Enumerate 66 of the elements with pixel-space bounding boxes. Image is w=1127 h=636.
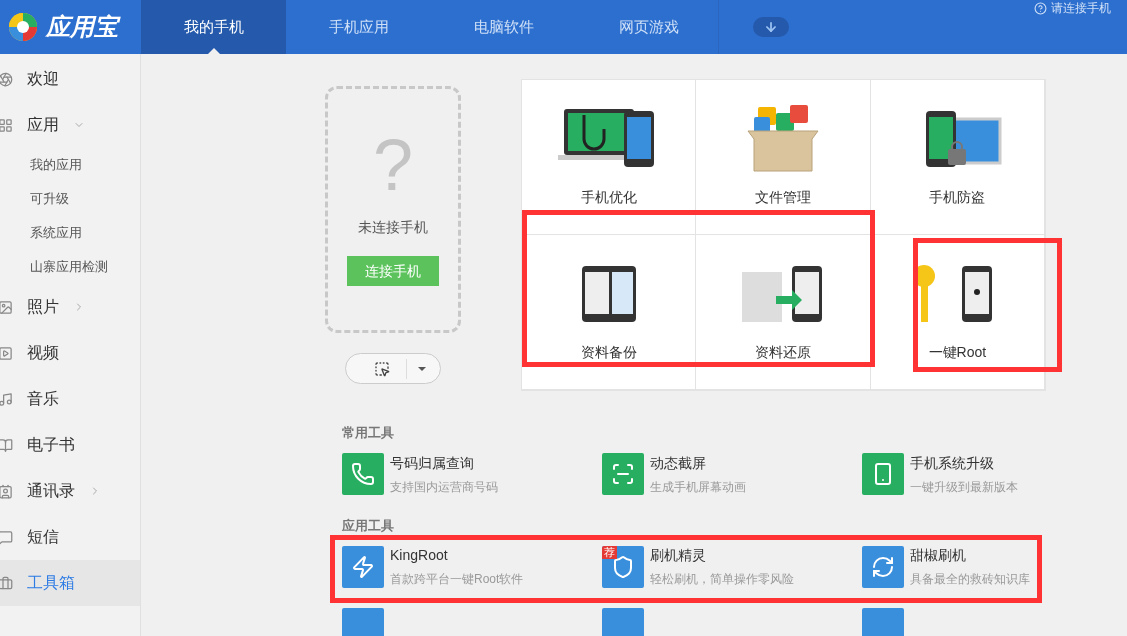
tool-item[interactable]: 动态截屏 生成手机屏幕动画 (602, 452, 862, 496)
tool-item[interactable]: 荐 刷机精灵 轻松刷机，简单操作零风险 (602, 545, 862, 588)
sidebar-item[interactable]: 视频 (0, 330, 140, 376)
sidebar-subitem[interactable]: 我的应用 (0, 148, 140, 182)
sidebar-item-icon (0, 345, 13, 361)
section-title: 常用工具 (342, 424, 395, 442)
sidebar-item[interactable]: 欢迎 (0, 56, 140, 102)
caret-icon (417, 365, 427, 372)
sidebar-item-icon (0, 71, 13, 87)
sidebar-item[interactable]: 短信 (0, 514, 140, 560)
refresh-icon (871, 554, 895, 579)
feature-tile[interactable]: 文件管理 (696, 80, 871, 235)
sidebar-item-icon (0, 117, 13, 133)
sidebar-item[interactable]: 音乐 (0, 376, 140, 422)
help-icon (1034, 2, 1047, 15)
phone-icon (351, 462, 375, 486)
tool-description: 轻松刷机，简单操作零风险 (650, 571, 794, 588)
sidebar-item[interactable]: 照片 (0, 284, 140, 330)
nav-tab[interactable]: 我的手机 (141, 0, 286, 54)
tool-description: 具备最全的救砖知识库 (910, 571, 1030, 588)
tool-item[interactable]: 甜椒刷机 具备最全的救砖知识库 (862, 545, 1122, 588)
screenshot-split-button[interactable] (345, 353, 441, 384)
tool-name: 动态截屏 (650, 453, 707, 473)
lightning-icon (351, 554, 375, 579)
question-mark-icon: ? (372, 129, 413, 201)
tool-item[interactable]: KingRoot 首款跨平台一键Root软件 (342, 545, 602, 588)
tool-name: 手机系统升级 (910, 453, 995, 473)
nav-tab[interactable]: 网页游戏 (576, 0, 721, 54)
feature-tile[interactable]: 一键Root (870, 235, 1045, 390)
sidebar-item-icon (0, 299, 13, 315)
tool-name: 号码归属查询 (390, 453, 475, 473)
tool-description: 支持国内运营商号码 (390, 478, 498, 496)
sidebar-item[interactable]: 通讯录 (0, 468, 140, 514)
sidebar-item-icon (0, 391, 13, 407)
tool-description: 一键升级到最新版本 (910, 478, 1018, 496)
sidebar-subitem[interactable]: 系统应用 (0, 216, 140, 250)
screenshot-icon (374, 360, 390, 377)
phone-status-text: 未连接手机 (358, 218, 428, 237)
section-title: 应用工具 (342, 516, 395, 535)
tool-item[interactable]: 手机系统升级 一键升级到最新版本 (862, 452, 1122, 496)
sidebar-item-icon (0, 483, 13, 499)
scan-icon (611, 462, 635, 486)
sidebar-item-icon (0, 575, 13, 591)
feature-tile[interactable]: 手机优化 (522, 80, 697, 235)
sidebar-item[interactable]: 应用 (0, 102, 140, 148)
sidebar-subitem[interactable]: 可升级 (0, 182, 140, 216)
nav-tab[interactable]: 电脑软件 (431, 0, 576, 54)
feature-tile[interactable]: 资料还原 (696, 235, 871, 390)
recommended-badge: 荐 (602, 545, 617, 559)
download-icon (764, 20, 778, 34)
connect-phone-link[interactable]: 请连接手机 (1051, 2, 1111, 14)
sidebar-item-icon (0, 437, 13, 453)
feature-tile[interactable]: 资料备份 (522, 235, 697, 390)
sidebar-item-icon (0, 529, 13, 545)
tool-name: KingRoot (390, 546, 449, 565)
download-button[interactable] (753, 17, 789, 37)
logo-icon (8, 12, 38, 42)
nav-tab[interactable]: 手机应用 (286, 0, 431, 54)
tool-name: 甜椒刷机 (910, 546, 967, 565)
tool-item[interactable]: 号码归属查询 支持国内运营商号码 (342, 452, 602, 496)
sidebar-subitem[interactable]: 山寨应用检测 (0, 250, 140, 284)
tool-description: 生成手机屏幕动画 (650, 478, 746, 496)
feature-tile[interactable]: 手机防盗 (870, 80, 1045, 235)
tool-name: 刷机精灵 (650, 546, 707, 565)
sidebar-item[interactable]: 电子书 (0, 422, 140, 468)
tool-description: 首款跨平台一键Root软件 (390, 571, 524, 588)
